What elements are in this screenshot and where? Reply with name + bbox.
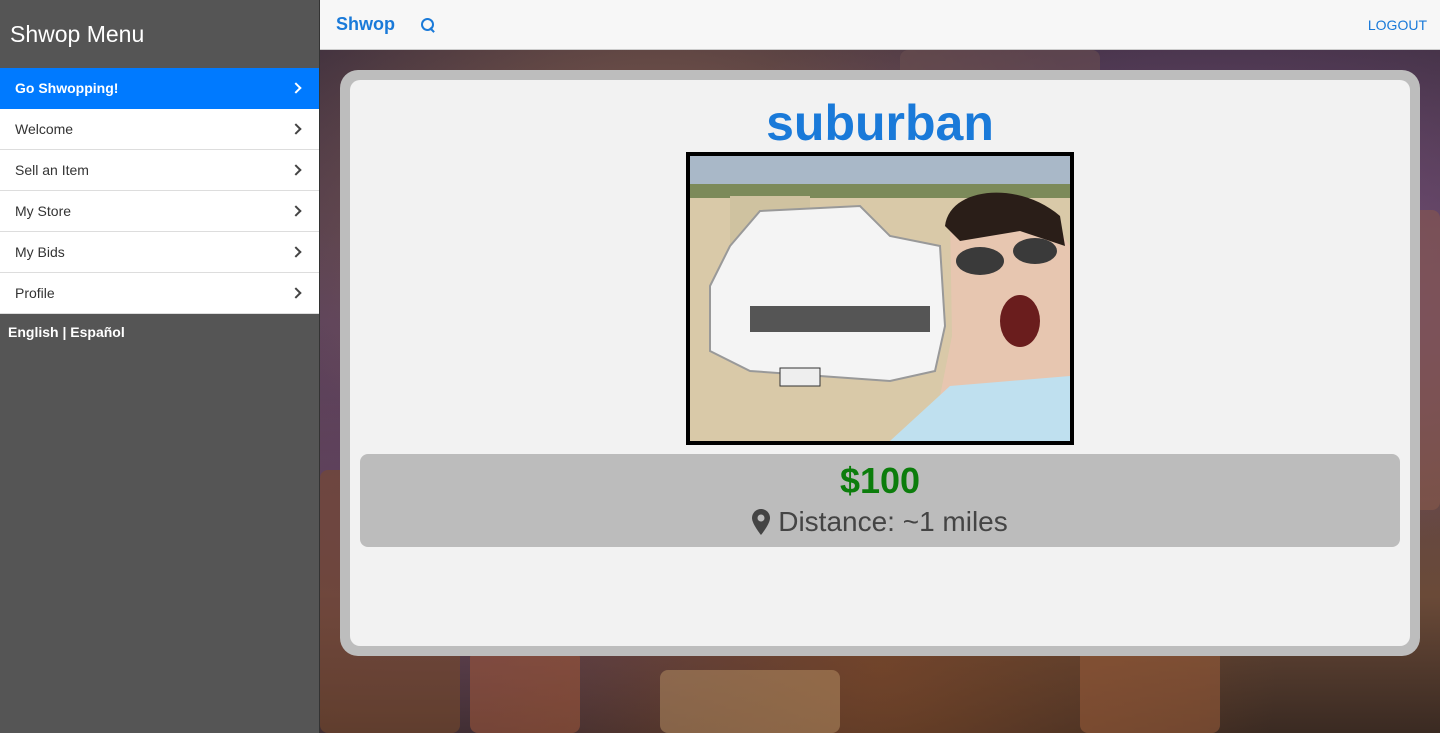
- sidebar-item-my-bids[interactable]: My Bids: [0, 232, 319, 273]
- chevron-right-icon: [290, 287, 302, 299]
- sidebar-item-sell-an-item[interactable]: Sell an Item: [0, 150, 319, 191]
- logout-button[interactable]: LOGOUT: [1368, 17, 1427, 33]
- listing-title: suburban: [766, 95, 994, 151]
- language-separator: |: [58, 324, 71, 340]
- top-navbar: Shwop LOGOUT: [320, 0, 1440, 50]
- sidebar-menu: Go Shwopping! Welcome Sell an Item My St…: [0, 68, 319, 314]
- price-info-box: $100 Distance: ~1 miles: [360, 454, 1400, 547]
- sidebar-item-label: Sell an Item: [15, 162, 89, 178]
- chevron-right-icon: [290, 123, 302, 135]
- brand-link[interactable]: Shwop: [336, 14, 395, 35]
- sidebar-item-label: My Bids: [15, 244, 65, 260]
- listing-card-frame: suburban $100 Distance: ~1 miles: [340, 70, 1420, 656]
- sidebar-item-my-store[interactable]: My Store: [0, 191, 319, 232]
- search-icon[interactable]: [421, 17, 435, 32]
- sidebar-item-label: My Store: [15, 203, 72, 219]
- sidebar: Shwop Menu Go Shwopping! Welcome Sell an…: [0, 0, 320, 733]
- chevron-right-icon: [290, 82, 302, 94]
- language-spanish-link[interactable]: Español: [70, 324, 124, 340]
- sidebar-item-profile[interactable]: Profile: [0, 273, 319, 314]
- sidebar-item-label: Go Shwopping!: [15, 80, 119, 96]
- background-jar: [660, 670, 840, 733]
- listing-photo: [686, 152, 1074, 445]
- sidebar-item-go-shwopping[interactable]: Go Shwopping!: [0, 68, 319, 109]
- map-pin-icon: [752, 509, 771, 535]
- chevron-right-icon: [290, 246, 302, 258]
- listing-price: $100: [839, 460, 921, 501]
- sidebar-item-welcome[interactable]: Welcome: [0, 109, 319, 150]
- listing-distance-text: Distance: ~1 miles: [778, 506, 1008, 537]
- language-switcher: English | Español: [0, 314, 319, 350]
- sidebar-item-label: Welcome: [15, 121, 74, 137]
- sidebar-title: Shwop Menu: [10, 20, 145, 47]
- background-basket: [470, 650, 580, 733]
- chevron-right-icon: [290, 164, 302, 176]
- listing-card: suburban $100 Distance: ~1 miles: [350, 80, 1410, 646]
- listing-distance: Distance: ~1 miles: [752, 506, 1008, 538]
- language-english-link[interactable]: English: [8, 324, 59, 340]
- chevron-right-icon: [290, 205, 302, 217]
- sidebar-item-label: Profile: [15, 285, 55, 301]
